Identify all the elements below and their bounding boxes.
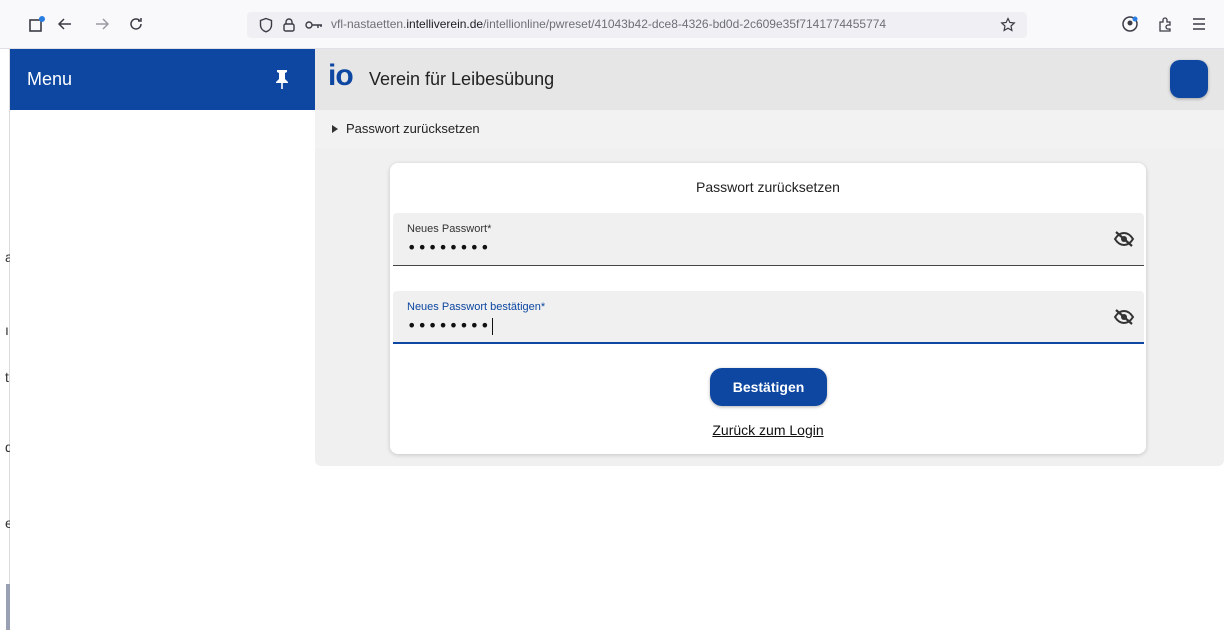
user-menu-button[interactable] [1170, 60, 1208, 98]
text-caret [491, 318, 493, 335]
eye-off-icon[interactable] [1113, 230, 1135, 248]
bookmark-star-icon[interactable] [997, 14, 1019, 36]
new-password-value[interactable]: •••••••• [407, 238, 491, 257]
breadcrumb-current[interactable]: Passwort zurücksetzen [346, 121, 480, 136]
new-password-label: Neues Passwort* [407, 223, 492, 235]
shield-icon[interactable] [255, 14, 277, 36]
key-icon[interactable] [303, 14, 325, 36]
app-header: io Verein für Leibesübung [315, 49, 1224, 110]
extensions-icon[interactable] [1154, 13, 1176, 35]
account-icon[interactable] [1119, 13, 1141, 35]
app-title: Verein für Leibesübung [369, 69, 555, 89]
tab-overview-icon[interactable] [26, 13, 48, 35]
app-logo: io [328, 59, 354, 92]
url-bar[interactable]: vfl-nastaetten.intelliverein.de/intellio… [247, 12, 1027, 38]
lock-icon[interactable] [278, 14, 300, 36]
browser-toolbar: vfl-nastaetten.intelliverein.de/intellio… [0, 0, 1224, 49]
confirm-password-value[interactable]: •••••••• [407, 316, 493, 335]
breadcrumb: Passwort zurücksetzen [315, 110, 1224, 148]
pin-icon[interactable] [274, 68, 290, 90]
eye-off-icon[interactable] [1113, 308, 1135, 326]
confirm-password-label: Neues Passwort bestätigen* [407, 301, 546, 313]
url-text[interactable]: vfl-nastaetten.intelliverein.de/intellio… [331, 17, 886, 31]
strip-char: ı [5, 322, 9, 338]
left-edge-strip: a ı t d e [0, 49, 13, 630]
strip-char: t [5, 369, 9, 385]
sidebar-header: Menu [10, 49, 315, 110]
back-to-login-text[interactable]: Zurück zum Login [712, 422, 823, 438]
url-path: /intellionline/pwreset/41043b42-dce8-432… [483, 17, 887, 31]
caret-right-icon[interactable] [332, 125, 338, 133]
back-to-login-link: Zurück zum Login [390, 422, 1146, 438]
hamburger-menu-icon[interactable] [1188, 13, 1210, 35]
url-prefix: vfl-nastaetten. [331, 17, 407, 31]
forward-icon[interactable] [91, 13, 113, 35]
confirm-password-text: •••••••• [407, 316, 491, 335]
card-title: Passwort zurücksetzen [696, 179, 840, 195]
url-domain: intelliverein.de [406, 17, 484, 31]
confirm-button[interactable]: Bestätigen [710, 368, 827, 406]
new-password-field[interactable]: Neues Passwort* •••••••• [393, 213, 1144, 266]
sidebar-title: Menu [27, 69, 73, 89]
password-reset-card: Passwort zurücksetzen Neues Passwort* ••… [390, 163, 1146, 454]
sidebar: Menu [10, 49, 315, 599]
reload-icon[interactable] [125, 13, 147, 35]
confirm-password-field[interactable]: Neues Passwort bestätigen* •••••••• [393, 291, 1144, 344]
back-icon[interactable] [54, 13, 76, 35]
